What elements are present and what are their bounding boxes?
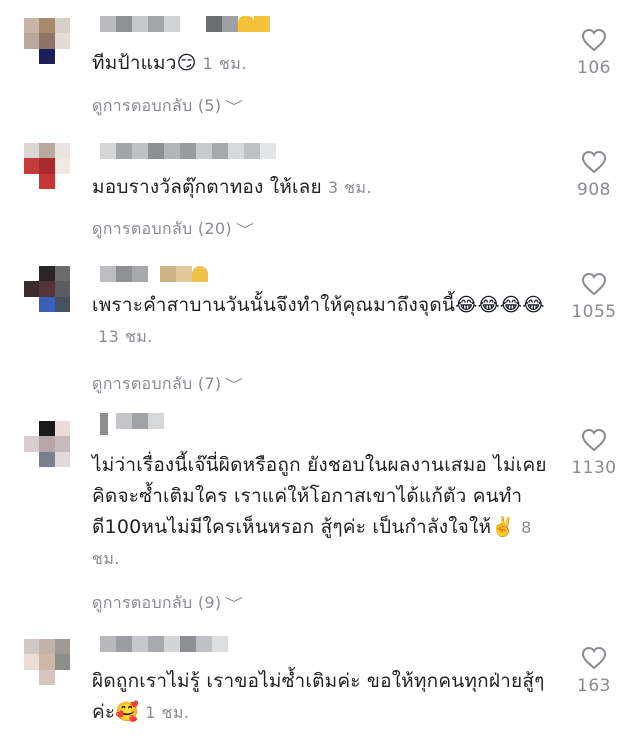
view-replies-button[interactable]: ดูการตอบกลับ (5) ﹀ <box>92 94 244 119</box>
chevron-down-icon: ﹀ <box>225 99 244 116</box>
heart-icon <box>581 428 607 452</box>
like-button[interactable]: 908 <box>548 150 640 200</box>
avatar[interactable] <box>24 143 70 189</box>
heart-icon <box>581 646 607 670</box>
username-blurred[interactable] <box>100 636 228 654</box>
comment-emoji: ✌️ <box>491 516 516 538</box>
view-replies-button[interactable]: ดูการตอบกลับ (9) ﹀ <box>92 591 244 616</box>
username-blurred[interactable] <box>100 266 208 284</box>
view-replies-button[interactable]: ดูการตอบกลับ (20) ﹀ <box>92 217 255 242</box>
avatar[interactable] <box>24 266 70 312</box>
chevron-down-icon: ﹀ <box>225 596 244 613</box>
comment-text: เพราะคำสาบานวันนั้นจึงทำให้คุณมาถึงจุดนี… <box>92 294 456 316</box>
comment-text: ทีมป้าแมว <box>92 52 177 74</box>
heart-icon <box>581 150 607 174</box>
comment-body: ไม่ว่าเรื่องนี้เจ๊นี่ผิดหรือถูก ยังชอบใน… <box>92 450 562 574</box>
like-button[interactable]: 106 <box>548 28 640 78</box>
avatar[interactable] <box>24 18 70 64</box>
chevron-down-icon: ﹀ <box>235 222 255 239</box>
heart-icon <box>581 272 607 296</box>
comment-body: ผิดถูกเราไม่รู้ เราขอไม่ซ้ำเติมค่ะ ขอให้… <box>92 666 562 728</box>
comment-emoji: 😏 <box>176 52 197 74</box>
comment-emoji: 😂😂😂😂 <box>455 294 545 316</box>
comment-time: 1 ชม. <box>145 703 190 722</box>
like-button[interactable]: 163 <box>548 646 640 696</box>
like-button[interactable]: 1055 <box>548 272 640 322</box>
comment-text: มอบรางวัลตุ๊กตาทอง ให้เลย <box>92 176 322 198</box>
comment-text: ไม่ว่าเรื่องนี้เจ๊นี่ผิดหรือถูก ยังชอบใน… <box>92 454 547 538</box>
username-blurred[interactable] <box>100 16 270 34</box>
comment-time: 13 ชม. <box>98 327 153 346</box>
view-replies-button[interactable]: ดูการตอบกลับ (7) ﹀ <box>92 372 244 397</box>
comment-emoji: 🥰 <box>115 701 140 723</box>
view-replies-label: ดูการตอบกลับ (7) <box>92 374 222 393</box>
comment-body: เพราะคำสาบานวันนั้นจึงทำให้คุณมาถึงจุดนี… <box>92 290 562 352</box>
username-blurred[interactable] <box>100 143 276 161</box>
chevron-down-icon: ﹀ <box>225 377 244 394</box>
like-count: 1130 <box>571 458 617 478</box>
username-blurred[interactable] <box>100 413 164 435</box>
comment-body: ทีมป้าแมว😏 1 ชม. <box>92 48 562 79</box>
like-count: 106 <box>577 58 611 78</box>
view-replies-label: ดูการตอบกลับ (9) <box>92 593 222 612</box>
comment-time: 1 ชม. <box>202 54 247 73</box>
avatar[interactable] <box>24 421 70 467</box>
like-count: 908 <box>577 180 611 200</box>
like-count: 1055 <box>571 302 617 322</box>
comment-body: มอบรางวัลตุ๊กตาทอง ให้เลย 3 ชม. <box>92 172 562 203</box>
view-replies-label: ดูการตอบกลับ (5) <box>92 96 222 115</box>
heart-icon <box>581 28 607 52</box>
view-replies-label: ดูการตอบกลับ (20) <box>92 219 232 238</box>
comment-time: 3 ชม. <box>327 178 373 197</box>
avatar[interactable] <box>24 639 70 685</box>
like-button[interactable]: 1130 <box>548 428 640 478</box>
like-count: 163 <box>577 676 611 696</box>
